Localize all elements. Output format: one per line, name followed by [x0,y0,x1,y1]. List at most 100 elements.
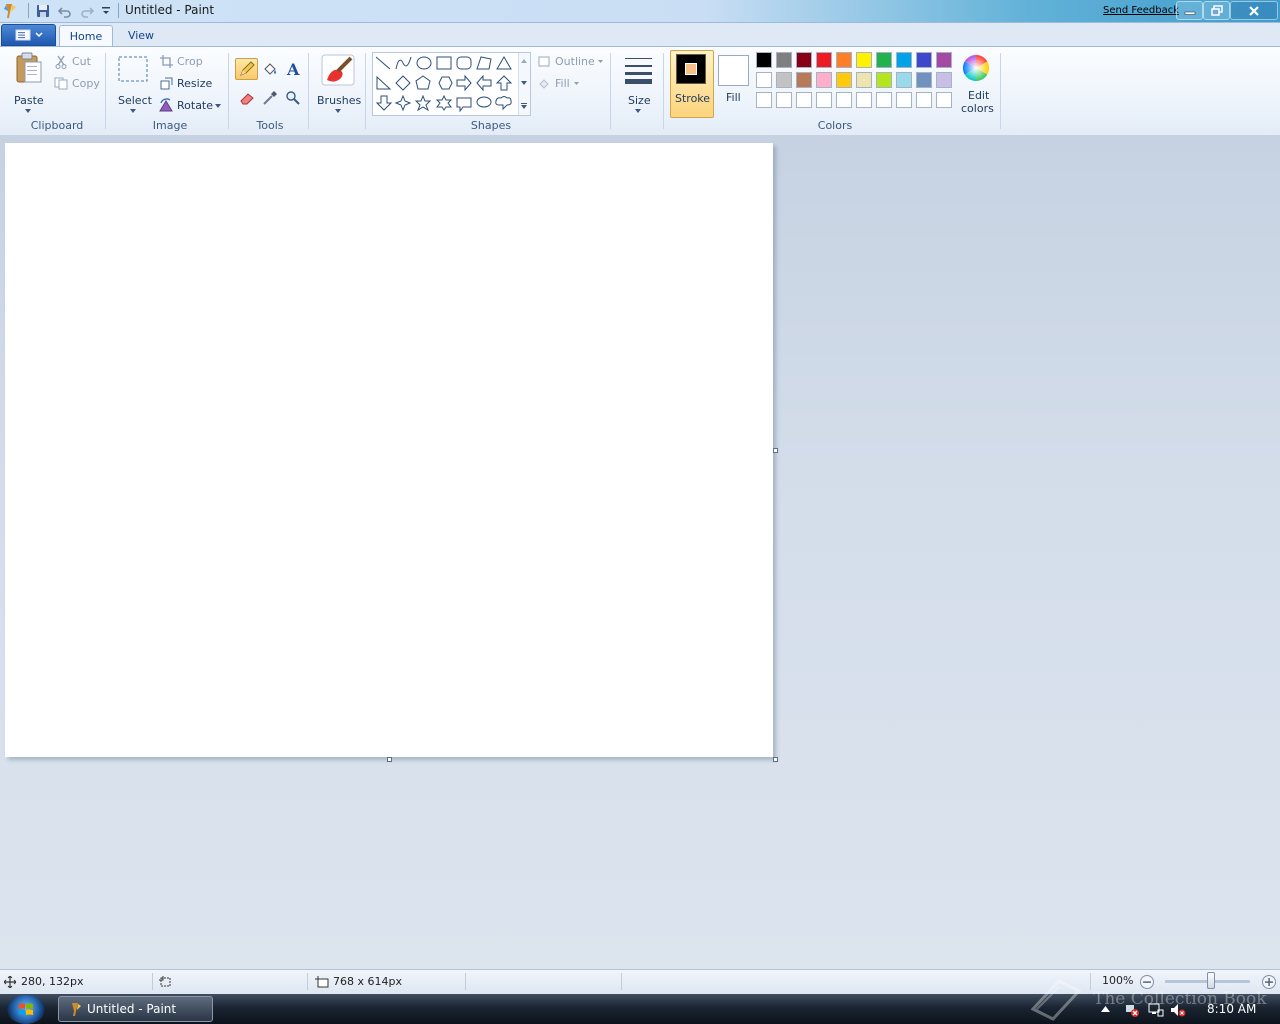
color-swatch[interactable] [836,72,852,88]
up-arrow-shape[interactable] [495,75,513,91]
color-swatch[interactable] [916,92,932,108]
security-warning-icon[interactable] [1124,1002,1140,1018]
zoom-out-button[interactable] [1139,974,1155,990]
scroll-down-icon[interactable] [521,81,527,85]
color-swatch[interactable] [796,72,812,88]
right-triangle-shape[interactable] [376,75,392,90]
paste-button[interactable]: Paste [12,52,46,114]
magnifier-tool[interactable] [281,87,304,109]
scroll-up-icon[interactable] [521,59,527,63]
customize-qat-icon[interactable] [97,2,115,19]
color-swatch[interactable] [796,52,812,68]
five-point-star-shape[interactable] [414,94,432,112]
pentagon-shape[interactable] [415,75,431,90]
color-swatch[interactable] [816,52,832,68]
more-shapes-icon[interactable] [521,103,527,109]
color-swatch[interactable] [896,92,912,108]
rounded-callout-shape[interactable] [456,97,472,113]
size-button[interactable]: Size [617,52,659,114]
tab-view[interactable]: View [115,25,167,46]
color-swatch[interactable] [876,52,892,68]
redo-icon[interactable] [78,2,96,19]
undo-icon[interactable] [56,2,74,19]
color-swatch[interactable] [936,92,952,108]
color-swatch[interactable] [936,72,952,88]
taskbar-clock[interactable]: 8:10 AM [1207,1002,1256,1016]
brushes-button[interactable]: Brushes [315,52,361,114]
resize-handle-bottom[interactable] [387,757,392,762]
paint-menu-button[interactable] [1,24,56,46]
color-swatch[interactable] [856,72,872,88]
color-swatch[interactable] [816,72,832,88]
send-feedback-link[interactable]: Send Feedback [1103,5,1179,16]
color-swatch[interactable] [816,92,832,108]
color-swatch[interactable] [936,52,952,68]
copy-button[interactable]: Copy [53,76,101,92]
restore-button[interactable] [1203,1,1230,20]
color-swatch[interactable] [916,72,932,88]
left-arrow-shape[interactable] [476,74,492,92]
close-button[interactable] [1230,1,1278,20]
minimize-button[interactable] [1176,1,1203,20]
paint-app-icon[interactable] [1,2,19,19]
polygon-shape[interactable] [476,56,492,70]
color-swatch[interactable] [796,92,812,108]
rectangle-shape[interactable] [436,56,452,70]
cloud-callout-shape[interactable] [495,96,512,111]
fill-color-button[interactable]: Fill [715,50,753,116]
triangle-shape[interactable] [496,56,512,70]
color-swatch[interactable] [776,92,792,108]
color-swatch[interactable] [836,52,852,68]
show-hidden-icons[interactable] [1101,1006,1110,1012]
cut-button[interactable]: Cut [53,54,98,70]
edit-colors-button[interactable]: Edit colors [957,52,995,118]
color-swatch[interactable] [836,92,852,108]
color-picker-tool[interactable] [258,87,281,109]
curve-shape[interactable] [395,56,412,70]
color-swatch[interactable] [876,72,892,88]
right-arrow-shape[interactable] [456,74,472,92]
color-swatch[interactable] [916,52,932,68]
color-swatch[interactable] [876,92,892,108]
tab-home[interactable]: Home [59,25,113,47]
oval-shape[interactable] [416,56,432,70]
color-swatch[interactable] [756,52,772,68]
color-swatch[interactable] [856,52,872,68]
hexagon-shape[interactable] [438,76,453,90]
color-swatch[interactable] [756,92,772,108]
zoom-slider-thumb[interactable] [1207,972,1215,989]
outline-button[interactable]: Outline [537,54,607,70]
resize-handle-corner[interactable] [773,757,778,762]
resize-handle-right[interactable] [773,448,778,453]
save-icon[interactable] [34,2,52,19]
text-tool[interactable]: A [281,58,304,80]
rounded-rectangle-shape[interactable] [456,56,472,70]
color-swatch[interactable] [756,72,772,88]
color-swatch[interactable] [776,72,792,88]
line-shape[interactable] [375,56,391,70]
zoom-in-button[interactable] [1261,974,1277,990]
six-point-star-shape[interactable] [435,94,453,111]
select-button[interactable]: Select [114,52,152,114]
fill-style-button[interactable]: Fill [537,76,587,92]
start-button[interactable] [7,995,45,1024]
pencil-tool[interactable] [235,58,258,80]
oval-callout-shape[interactable] [476,96,492,108]
drawing-canvas[interactable] [5,143,773,757]
rotate-button[interactable]: Rotate [158,98,223,114]
color-swatch[interactable] [896,52,912,68]
taskbar-item-paint[interactable]: Untitled - Paint [58,996,213,1022]
color-swatch[interactable] [856,92,872,108]
volume-muted-icon[interactable] [1170,1002,1186,1018]
stroke-color-button[interactable]: Stroke [670,50,714,118]
four-point-star-shape[interactable] [394,94,412,112]
diamond-shape[interactable] [395,75,411,91]
resize-button[interactable]: Resize [158,76,213,92]
network-icon[interactable] [1148,1002,1164,1018]
shapes-scrollbar[interactable] [518,53,530,115]
fill-tool[interactable] [258,58,281,80]
color-swatch[interactable] [896,72,912,88]
down-arrow-shape[interactable] [375,95,393,111]
eraser-tool[interactable] [235,87,258,109]
color-swatch[interactable] [776,52,792,68]
